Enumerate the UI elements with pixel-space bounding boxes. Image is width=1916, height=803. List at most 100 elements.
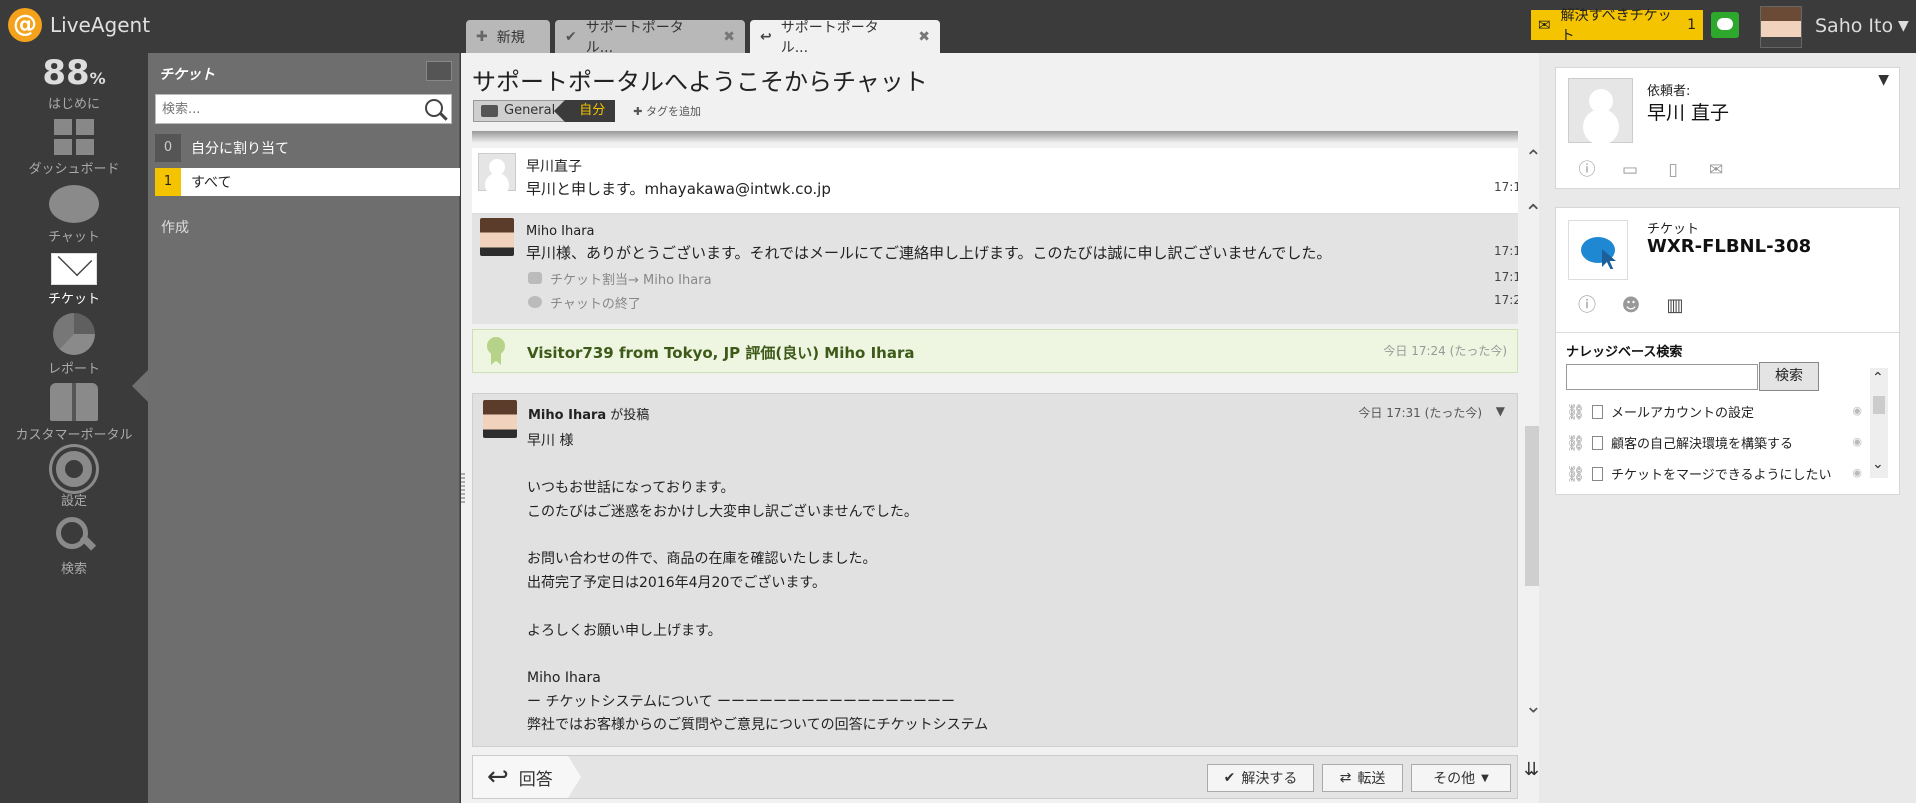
agents-icon[interactable]: ☻ bbox=[1620, 296, 1642, 316]
nav-tickets[interactable]: チケット bbox=[0, 253, 148, 307]
kb-scrollbar[interactable]: ⌃ ⌃ bbox=[1870, 368, 1888, 478]
user-menu-caret-icon[interactable]: ▼ bbox=[1898, 18, 1909, 34]
kb-result-item[interactable]: ⛓ 顧客の自己解決環境を構築する ◉ bbox=[1566, 427, 1862, 458]
nav-getting-started-label: はじめに bbox=[47, 97, 100, 112]
user-name[interactable]: Saho Ito bbox=[1815, 15, 1893, 37]
email-message: Miho Ihara が投稿 今日 17:31 (たった今) ▼ 早川 様 いつ… bbox=[472, 393, 1518, 747]
filter-all[interactable]: 1 すべて bbox=[155, 168, 460, 196]
mail-icon[interactable]: ✉ bbox=[1705, 160, 1727, 180]
nav-active-pointer bbox=[132, 370, 148, 402]
nav-search[interactable]: 検索 bbox=[0, 515, 148, 577]
message-text: 早川と申します。mhayakawa@intwk.co.jp bbox=[526, 180, 831, 198]
thread-scrollbar[interactable]: ⌃ bbox=[1524, 131, 1543, 747]
search-icon[interactable] bbox=[425, 99, 443, 117]
book-icon bbox=[50, 383, 98, 421]
tab-bar: ✚ 新規 ✔ サポートポータル... ✖ ↩ サポートポータル... ✖ bbox=[466, 20, 940, 56]
kb-result-item[interactable]: ⛓ チケットをマージできるようにしたい ◉ bbox=[1566, 458, 1862, 489]
nav-search-label: 検索 bbox=[60, 562, 87, 577]
nav-reports[interactable]: レポート bbox=[0, 313, 148, 377]
user-avatar[interactable] bbox=[1760, 6, 1802, 48]
reply-button[interactable]: ↩ 回答 bbox=[473, 756, 581, 798]
requester-name[interactable]: 早川 直子 bbox=[1647, 98, 1729, 125]
logo-mark-icon: @ bbox=[8, 8, 42, 42]
tab-new[interactable]: ✚ 新規 bbox=[466, 20, 550, 53]
nav-reports-label: レポート bbox=[47, 362, 100, 377]
eye-icon[interactable]: ◉ bbox=[1852, 404, 1862, 417]
eye-icon[interactable]: ◉ bbox=[1852, 466, 1862, 479]
system-event-assign: チケット割当→ Miho Ihara bbox=[550, 273, 712, 288]
nav-getting-started[interactable]: 88% はじめに bbox=[0, 53, 148, 112]
collapse-handle-icon[interactable] bbox=[461, 473, 465, 503]
eye-icon[interactable]: ◉ bbox=[1852, 435, 1862, 448]
conversation-view: サポートポータルへようこそからチャット General 自分 ✚ タグを追加 早… bbox=[461, 53, 1543, 803]
reply-icon: ↩ bbox=[760, 28, 772, 45]
forward-button[interactable]: ⇄ 転送 bbox=[1322, 764, 1403, 792]
filter-count: 1 bbox=[155, 168, 181, 196]
scroll-thumb[interactable] bbox=[1873, 396, 1885, 414]
create-link[interactable]: 作成 bbox=[161, 217, 189, 237]
nav-dashboard-label: ダッシュボード bbox=[28, 162, 120, 177]
agent-avatar bbox=[480, 218, 514, 256]
link-icon[interactable]: ⛓ bbox=[1566, 403, 1592, 421]
app-name: LiveAgent bbox=[50, 13, 151, 37]
nav-settings[interactable]: 設定 bbox=[0, 451, 148, 509]
info-icon[interactable]: ⓘ bbox=[1576, 296, 1598, 316]
scroll-down-icon[interactable]: ⌃ bbox=[1872, 454, 1884, 470]
divider bbox=[1556, 332, 1899, 333]
info-icon[interactable]: ⓘ bbox=[1576, 160, 1598, 180]
nav-dashboard[interactable]: ダッシュボード bbox=[0, 119, 148, 177]
link-icon[interactable]: ⛓ bbox=[1566, 465, 1592, 483]
resolve-button[interactable]: ✔ 解決する bbox=[1207, 764, 1314, 792]
knowledgebase-icon[interactable]: ▥ bbox=[1664, 296, 1686, 316]
monitor-icon[interactable]: ▭ bbox=[1619, 160, 1641, 180]
kb-result-title: メールアカウントの設定 bbox=[1611, 406, 1755, 421]
ticket-search-box bbox=[155, 94, 452, 124]
nav-chat[interactable]: チャット bbox=[0, 185, 148, 245]
tab-close-icon[interactable]: ✖ bbox=[918, 29, 930, 45]
assign-icon bbox=[528, 272, 542, 284]
tab-ticket-active[interactable]: ↩ サポートポータル... ✖ bbox=[750, 20, 940, 56]
add-tag-button[interactable]: ✚ タグを追加 bbox=[633, 103, 701, 119]
filter-assigned-to-me[interactable]: 0 自分に割り当て bbox=[155, 134, 460, 162]
kb-result-item[interactable]: ⛓ メールアカウントの設定 ◉ bbox=[1566, 396, 1862, 427]
owner-tag[interactable]: 自分 bbox=[554, 100, 616, 122]
conversation-title: サポートポータルへようこそからチャット bbox=[472, 68, 928, 96]
email-body: 早川 様 いつもお世話になっております。 このたびはご迷惑をおかけし大変申し訳ご… bbox=[527, 433, 989, 734]
department-tag[interactable]: General bbox=[473, 100, 566, 122]
ticket-id: WXR-FLBNL-308 bbox=[1647, 236, 1812, 257]
link-icon[interactable]: ⛓ bbox=[1566, 434, 1592, 452]
visitor-message: 早川直子 早川と申します。mhayakawa@intwk.co.jp 17:16 bbox=[472, 148, 1518, 214]
ticket-label: チケット bbox=[1647, 222, 1700, 237]
tab-ticket-resolved[interactable]: ✔ サポートポータル... ✖ bbox=[555, 20, 745, 56]
tab-close-icon[interactable]: ✖ bbox=[723, 29, 735, 45]
requester-menu-caret-icon[interactable]: ▼ bbox=[1878, 72, 1889, 88]
panel-collapse-icon[interactable] bbox=[426, 61, 452, 81]
rating-time: 今日 17:24 (たった今) bbox=[1383, 344, 1507, 358]
scroll-up-icon[interactable]: ⌃ bbox=[1872, 370, 1884, 386]
kb-search-button[interactable]: 検索 bbox=[1759, 362, 1819, 391]
kb-result-title: チケットをマージできるようにしたい bbox=[1611, 468, 1832, 483]
document-icon[interactable]: ▯ bbox=[1662, 160, 1684, 180]
message-author: 早川直子 bbox=[526, 159, 582, 175]
nav-customer-portal[interactable]: カスタマーポータル bbox=[0, 383, 148, 443]
agent-message: Miho Ihara 早川様、ありがとうございます。それではメールにてご連絡申し… bbox=[472, 214, 1518, 324]
filter-count: 0 bbox=[155, 134, 181, 162]
ticket-search-input[interactable] bbox=[156, 95, 406, 123]
nav-customer-portal-label: カスタマーポータル bbox=[15, 428, 133, 443]
message-author: Miho Ihara bbox=[526, 224, 595, 239]
email-time: 今日 17:31 (たった今) bbox=[1358, 406, 1482, 420]
more-actions-button[interactable]: その他 ▼ bbox=[1411, 764, 1511, 792]
unresolved-tickets-button[interactable]: ✉ 解決すべきチケット 1 bbox=[1531, 8, 1703, 44]
unresolved-tickets-count: 1 bbox=[1687, 17, 1696, 33]
email-options-caret-icon[interactable]: ▼ bbox=[1496, 404, 1505, 418]
message-thread[interactable]: 早川直子 早川と申します。mhayakawa@intwk.co.jp 17:16… bbox=[472, 131, 1518, 747]
kb-search-input[interactable] bbox=[1566, 364, 1758, 390]
unresolved-tickets-label: 解決すべきチケット bbox=[1560, 8, 1672, 44]
more-actions-label: その他 bbox=[1433, 771, 1476, 787]
scroll-bottom-icon[interactable]: ⇊ bbox=[1524, 759, 1539, 780]
agent-avatar bbox=[483, 400, 517, 438]
resolve-label: 解決する bbox=[1241, 771, 1298, 787]
app-logo[interactable]: @ LiveAgent bbox=[8, 8, 150, 42]
chat-status-icon[interactable] bbox=[1711, 12, 1739, 38]
main-navigation: 88% はじめに ダッシュボード チャット チケット レポート カスタマーポータ… bbox=[0, 53, 148, 803]
